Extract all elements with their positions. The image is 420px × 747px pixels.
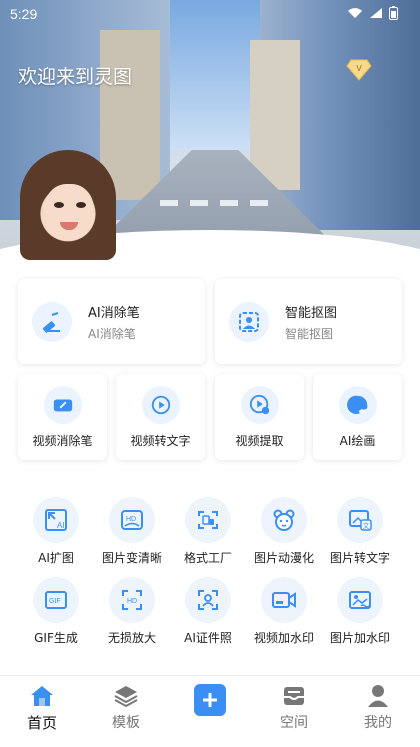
signal-icon [370, 8, 382, 18]
nav-label: 空间 [280, 715, 308, 731]
create-plus-button[interactable] [194, 684, 226, 716]
feature-label: 视频提取 [235, 434, 284, 448]
nav-label: 首页 [26, 714, 57, 732]
svg-text:AI: AI [57, 521, 65, 530]
video-extract-icon [240, 386, 279, 424]
tool-label: 图片动漫化 [253, 551, 314, 565]
feature-title: 智能抠图 [285, 305, 338, 321]
feature-ai-eraser[interactable]: AI消除笔 AI消除笔 [18, 279, 205, 364]
crosswalk-stripe [250, 200, 268, 206]
battery-icon [389, 6, 398, 20]
avatar-face [44, 184, 94, 240]
feature-smart-cutout[interactable]: 智能抠图 智能抠图 [215, 279, 402, 364]
status-icons [347, 6, 398, 20]
video-eraser-icon [43, 386, 82, 424]
layers-icon [114, 686, 138, 708]
anime-bear-icon [261, 497, 307, 543]
gif-icon: GIF [33, 577, 79, 623]
palette-icon: AI [338, 386, 377, 424]
tool-ai-id-photo[interactable]: AI证件照 [168, 577, 248, 646]
lossless-zoom-icon: HD [109, 577, 155, 623]
feature-video-eraser[interactable]: 视频消除笔 [18, 374, 107, 460]
bottom-nav: 首页 模板 空间 我的 [0, 675, 420, 747]
image-watermark-icon [337, 577, 383, 623]
nav-home[interactable]: 首页 [7, 684, 77, 733]
crosswalk-stripe [220, 200, 238, 206]
tool-image-to-text[interactable]: 文 图片转文字 [320, 497, 400, 566]
tool-label: 图片加水印 [329, 631, 390, 645]
feature-video-extract[interactable]: 视频提取 [215, 374, 304, 460]
plus-icon [203, 693, 217, 707]
feature-title: AI消除笔 [88, 305, 140, 321]
crosswalk-stripe [160, 200, 178, 206]
avatar-eye [76, 202, 86, 208]
nav-mine[interactable]: 我的 [343, 684, 413, 732]
tool-lossless-zoom[interactable]: HD 无损放大 [92, 577, 172, 646]
vip-letter: V [356, 64, 362, 73]
feature-label: AI绘画 [339, 434, 376, 448]
feature-label: 视频消除笔 [32, 434, 93, 448]
wifi-icon [348, 8, 362, 18]
format-factory-icon [185, 497, 231, 543]
nav-templates[interactable]: 模板 [91, 684, 161, 732]
expand-image-icon: AI [33, 497, 79, 543]
welcome-title: 欢迎来到灵图 [18, 66, 133, 88]
inbox-icon [284, 687, 304, 705]
tool-format-factory[interactable]: 格式工厂 [168, 497, 248, 566]
vip-diamond-icon[interactable]: V [346, 59, 372, 81]
avatar[interactable] [20, 150, 116, 260]
right-building-front [250, 40, 300, 190]
feature-video-to-text[interactable]: 视频转文字 [116, 374, 205, 460]
tool-label: 视频加水印 [253, 631, 314, 645]
nav-label: 模板 [112, 715, 140, 731]
video-watermark-icon [261, 577, 307, 623]
svg-text:AI: AI [359, 408, 365, 415]
tool-label: 无损放大 [107, 631, 156, 645]
nav-label: 我的 [364, 715, 392, 731]
tool-gif-generate[interactable]: GIF GIF生成 [16, 577, 96, 646]
user-icon [368, 685, 388, 707]
id-photo-icon [185, 577, 231, 623]
tool-image-hd[interactable]: HD 图片变清晰 [92, 497, 172, 566]
home-icon [31, 686, 53, 706]
tool-label: 图片转文字 [329, 551, 390, 565]
feature-subtitle: AI消除笔 [88, 326, 136, 341]
svg-text:文: 文 [363, 521, 370, 530]
tool-image-anime[interactable]: 图片动漫化 [244, 497, 324, 566]
avatar-eye [54, 202, 64, 208]
feature-ai-painting[interactable]: AI AI绘画 [313, 374, 402, 460]
tool-image-watermark[interactable]: 图片加水印 [320, 577, 400, 646]
cutout-icon [229, 301, 269, 342]
tool-ai-expand[interactable]: AI AI扩图 [16, 497, 96, 566]
tool-video-watermark[interactable]: 视频加水印 [244, 577, 324, 646]
feature-subtitle: 智能抠图 [285, 326, 334, 341]
svg-text:HD: HD [127, 598, 137, 605]
image-to-text-icon: 文 [337, 497, 383, 543]
nav-space[interactable]: 空间 [259, 684, 329, 732]
svg-text:GIF: GIF [49, 598, 61, 605]
tool-label: AI扩图 [38, 551, 74, 565]
tool-label: AI证件照 [184, 631, 232, 645]
feature-label: 视频转文字 [130, 434, 191, 448]
status-time: 5:29 [10, 6, 38, 22]
tool-label: 图片变清晰 [101, 551, 162, 565]
eraser-pen-icon [32, 301, 72, 342]
crosswalk-stripe [190, 200, 208, 206]
tool-label: 格式工厂 [183, 551, 232, 565]
tool-label: GIF生成 [34, 631, 78, 645]
svg-text:HD: HD [126, 516, 136, 523]
video-to-text-icon [141, 386, 180, 424]
hd-image-icon: HD [109, 497, 155, 543]
